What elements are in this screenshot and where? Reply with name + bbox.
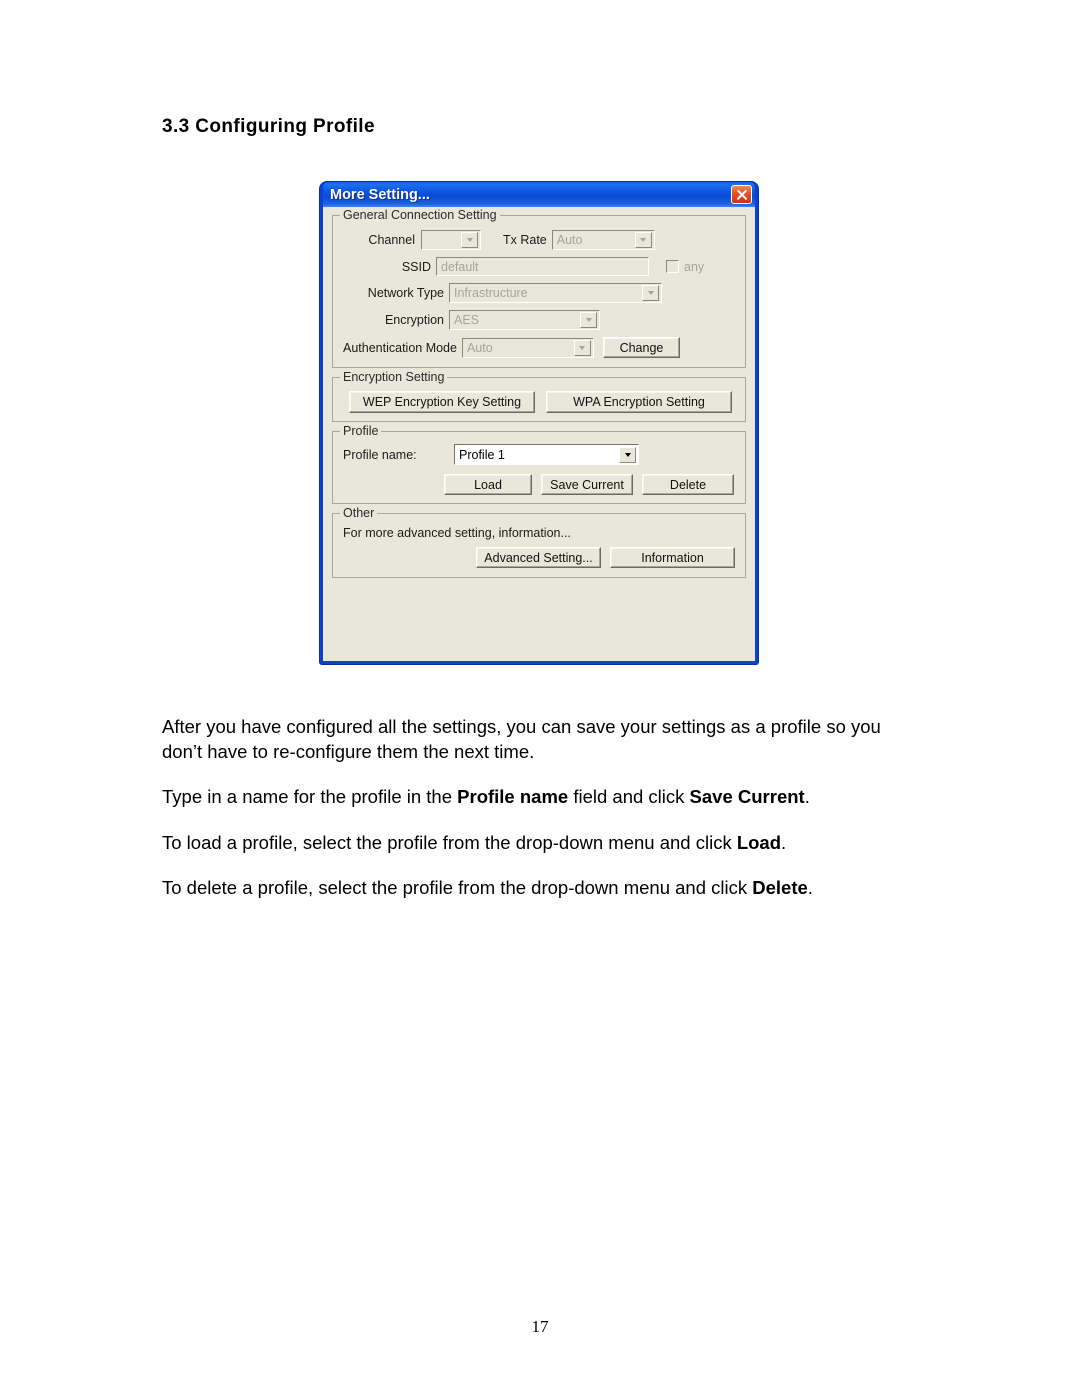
page-title: 3.3 Configuring Profile xyxy=(162,116,375,137)
dialog-title: More Setting... xyxy=(330,186,430,203)
paragraph-3-bold-1: Load xyxy=(736,832,782,853)
ssid-label: SSID xyxy=(401,259,431,274)
chevron-down-icon[interactable] xyxy=(642,285,659,301)
more-setting-dialog: More Setting... General Connection Setti… xyxy=(320,182,758,664)
row-profile-name: Profile name: Profile 1 xyxy=(343,444,735,465)
network-type-value: Infrastructure xyxy=(454,286,528,300)
encryption-label: Encryption xyxy=(384,313,444,327)
other-description: For more advanced setting, information..… xyxy=(343,526,571,540)
paragraph-2-text-1: Type in a name for the profile in the xyxy=(162,786,458,807)
advanced-setting-button[interactable]: Advanced Setting... xyxy=(476,547,601,568)
row-network-type: Network Type Infrastructure xyxy=(343,283,735,303)
dialog-client-area: General Connection Setting Channel Tx Ra… xyxy=(323,207,755,661)
chevron-down-icon[interactable] xyxy=(461,232,478,248)
paragraph-2-bold-1: Profile name xyxy=(457,786,569,807)
row-profile-buttons: Load Save Current Delete xyxy=(343,474,735,495)
group-other: Other For more advanced setting, informa… xyxy=(332,506,746,578)
channel-dropdown[interactable] xyxy=(421,230,481,250)
paragraph-2-text-3: . xyxy=(804,786,810,807)
encryption-value: AES xyxy=(454,313,480,327)
paragraph-save-profile: After you have configured all the settin… xyxy=(162,714,918,764)
group-profile: Profile Profile name: Profile 1 Load Sav… xyxy=(332,424,746,504)
group-encryption-setting: Encryption Setting WEP Encryption Key Se… xyxy=(332,370,746,422)
save-current-button[interactable]: Save Current xyxy=(541,474,633,495)
profile-name-value: Profile 1 xyxy=(459,447,505,462)
dialog-titlebar[interactable]: More Setting... xyxy=(323,182,755,207)
information-button[interactable]: Information xyxy=(610,547,735,568)
row-ssid: SSID default any xyxy=(343,257,735,276)
network-type-label: Network Type xyxy=(367,286,444,300)
group-legend-general-connection: General Connection Setting xyxy=(340,208,500,222)
encryption-dropdown[interactable]: AES xyxy=(449,310,600,330)
ssid-input[interactable]: default xyxy=(436,257,649,276)
network-type-dropdown[interactable]: Infrastructure xyxy=(449,283,662,303)
paragraph-4-text-1: To delete a profile, select the profile … xyxy=(162,877,753,898)
paragraph-load-profile: To load a profile, select the profile fr… xyxy=(162,830,918,855)
chevron-down-icon[interactable] xyxy=(580,312,597,328)
ssid-value: default xyxy=(441,259,479,274)
paragraph-2-bold-2: Save Current xyxy=(689,786,805,807)
page-number: 17 xyxy=(531,1317,549,1336)
row-encryption-buttons: WEP Encryption Key Setting WPA Encryptio… xyxy=(349,391,735,413)
group-general-connection-setting: General Connection Setting Channel Tx Ra… xyxy=(332,208,746,368)
chevron-down-icon[interactable] xyxy=(634,232,652,248)
paragraph-4-text-2: . xyxy=(807,877,813,898)
chevron-down-icon[interactable] xyxy=(619,446,636,463)
paragraph-type-name: Type in a name for the profile in the Pr… xyxy=(162,784,918,809)
load-button[interactable]: Load xyxy=(444,474,532,495)
paragraph-1-text: After you have configured all the settin… xyxy=(162,716,881,762)
row-authentication-mode: Authentication Mode Auto Change xyxy=(343,337,735,358)
change-button[interactable]: Change xyxy=(602,337,680,358)
authentication-mode-value: Auto xyxy=(466,340,493,355)
paragraph-3-text-1: To load a profile, select the profile fr… xyxy=(162,832,737,853)
delete-button[interactable]: Delete xyxy=(642,474,734,495)
tx-rate-dropdown[interactable]: Auto xyxy=(551,230,655,250)
group-legend-profile: Profile xyxy=(340,424,382,438)
paragraph-4-bold-1: Delete xyxy=(752,877,808,898)
chevron-down-icon[interactable] xyxy=(573,339,591,356)
row-encryption: Encryption AES xyxy=(343,310,735,330)
row-channel-txrate: Channel Tx Rate Auto xyxy=(343,230,735,250)
wpa-encryption-setting-button[interactable]: WPA Encryption Setting xyxy=(546,391,732,413)
any-label: any xyxy=(684,259,705,274)
group-legend-encryption-setting: Encryption Setting xyxy=(340,370,448,384)
profile-name-dropdown[interactable]: Profile 1 xyxy=(454,444,639,465)
authentication-mode-label: Authentication Mode xyxy=(343,340,457,355)
tx-rate-label: Tx Rate xyxy=(503,233,547,247)
row-other-buttons: Advanced Setting... Information xyxy=(343,547,735,568)
paragraph-3-text-2: . xyxy=(781,832,787,853)
wep-encryption-key-setting-button[interactable]: WEP Encryption Key Setting xyxy=(349,391,535,413)
group-legend-other: Other xyxy=(340,506,378,520)
profile-name-label: Profile name: xyxy=(343,447,417,462)
authentication-mode-dropdown[interactable]: Auto xyxy=(461,337,594,358)
close-icon[interactable] xyxy=(731,185,752,204)
tx-rate-value: Auto xyxy=(556,233,583,247)
paragraph-delete-profile: To delete a profile, select the profile … xyxy=(162,875,918,900)
any-checkbox[interactable] xyxy=(666,260,679,273)
paragraph-2-text-2: field and click xyxy=(568,786,690,807)
channel-label: Channel xyxy=(368,233,415,247)
